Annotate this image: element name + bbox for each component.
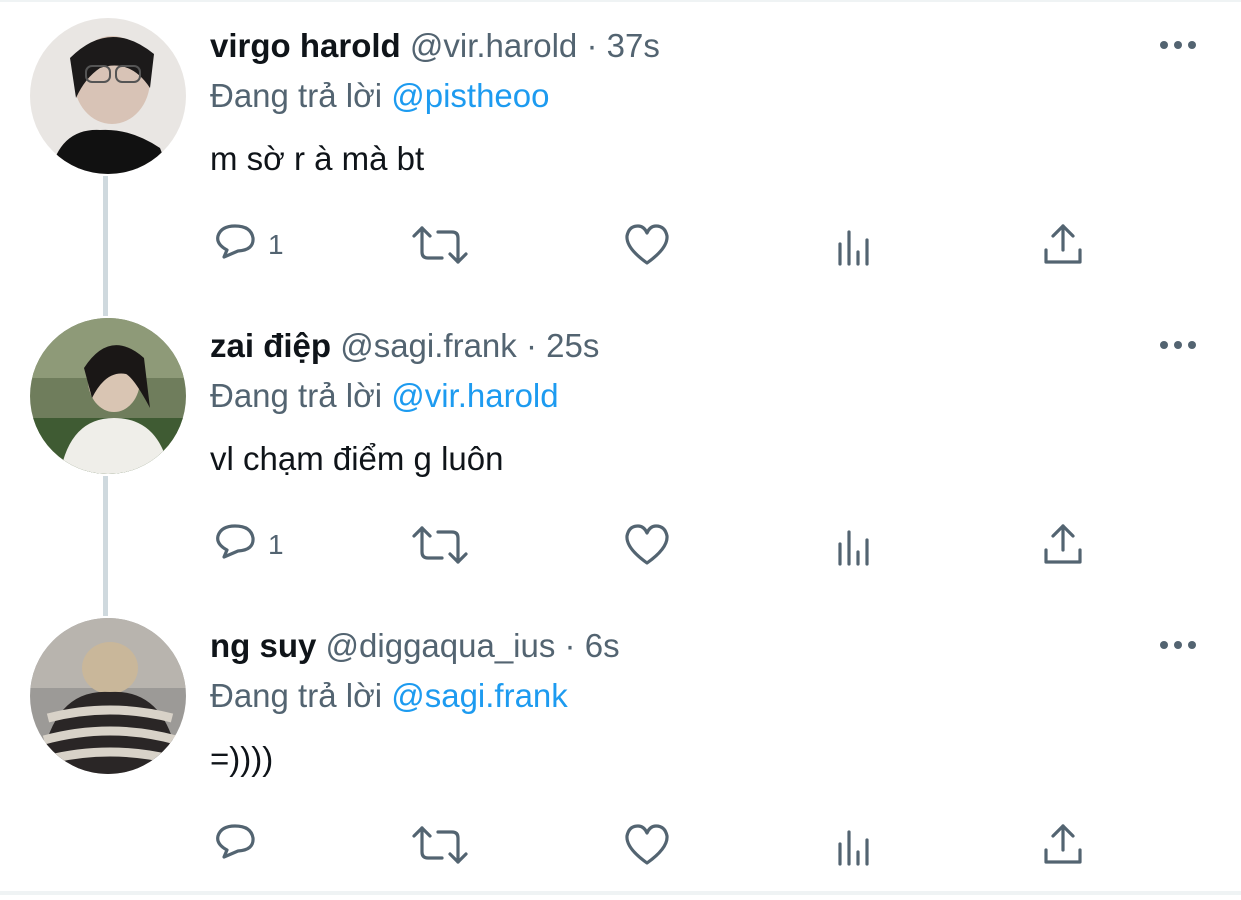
reply-button[interactable]: 1: [210, 220, 284, 270]
like-button[interactable]: [622, 820, 672, 870]
display-name[interactable]: zai điệp: [210, 327, 331, 364]
bottom-divider: [0, 891, 1241, 895]
reply-count: 1: [268, 229, 284, 260]
avatar[interactable]: [30, 618, 186, 774]
replying-to: Đang trả lời @sagi.frank: [210, 674, 568, 718]
reply-count: 1: [268, 529, 284, 560]
share-icon: [1044, 524, 1082, 564]
reply-icon: [216, 524, 255, 559]
like-button[interactable]: [622, 220, 672, 270]
display-name[interactable]: ng suy: [210, 627, 316, 664]
like-button[interactable]: [622, 520, 672, 570]
more-options-button[interactable]: [1156, 30, 1200, 60]
tweet-actions: 1: [210, 520, 1110, 570]
like-icon: [625, 524, 669, 565]
user-avatar-photo-icon: [30, 618, 186, 774]
share-button[interactable]: [1038, 220, 1088, 270]
timestamp[interactable]: 6s: [585, 627, 620, 664]
analytics-button[interactable]: [830, 820, 880, 870]
tweet-header: ng suy @diggaqua_ius · 6s: [210, 624, 620, 668]
avatar[interactable]: [30, 18, 186, 174]
analytics-button[interactable]: [830, 220, 880, 270]
display-name[interactable]: virgo harold: [210, 27, 401, 64]
separator-dot: ·: [525, 327, 537, 364]
like-icon: [625, 824, 669, 865]
replying-to: Đang trả lời @vir.harold: [210, 374, 559, 418]
user-avatar-photo-icon: [30, 18, 186, 174]
replying-to: Đang trả lời @pistheoo: [210, 74, 549, 118]
replying-to-label: Đang trả lời: [210, 677, 383, 714]
more-options-button[interactable]: [1156, 330, 1200, 360]
retweet-button[interactable]: [410, 220, 470, 270]
user-avatar-photo-icon: [30, 318, 186, 474]
share-icon: [1044, 224, 1082, 264]
mention-link[interactable]: @sagi.frank: [391, 677, 568, 714]
analytics-icon: [838, 230, 869, 266]
reply-icon: [216, 224, 255, 259]
reply-icon: [216, 824, 255, 859]
timestamp[interactable]: 37s: [607, 27, 660, 64]
tweet[interactable]: zai điệp @sagi.frank · 25s Đang trả lời …: [0, 300, 1241, 600]
separator-dot: ·: [564, 627, 576, 664]
avatar[interactable]: [30, 318, 186, 474]
more-options-button[interactable]: [1156, 630, 1200, 660]
mention-link[interactable]: @vir.harold: [391, 377, 558, 414]
share-button[interactable]: [1038, 820, 1088, 870]
tweet-actions: 1: [210, 220, 1110, 270]
more-options-icon: [1160, 41, 1196, 49]
retweet-button[interactable]: [410, 520, 470, 570]
mention-link[interactable]: @pistheoo: [391, 77, 549, 114]
retweet-icon: [412, 526, 468, 564]
analytics-button[interactable]: [830, 520, 880, 570]
share-button[interactable]: [1038, 520, 1088, 570]
tweet[interactable]: ng suy @diggaqua_ius · 6s Đang trả lời @…: [0, 600, 1241, 900]
share-icon: [1044, 824, 1082, 864]
analytics-icon: [838, 830, 869, 866]
more-options-icon: [1160, 641, 1196, 649]
tweet-header: virgo harold @vir.harold · 37s: [210, 24, 660, 68]
retweet-icon: [412, 226, 468, 264]
separator-dot: ·: [586, 27, 598, 64]
replying-to-label: Đang trả lời: [210, 77, 383, 114]
tweet-actions: [210, 820, 1110, 870]
replying-to-label: Đang trả lời: [210, 377, 383, 414]
reply-button[interactable]: 1: [210, 520, 284, 570]
tweet[interactable]: virgo harold @vir.harold · 37s Đang trả …: [0, 0, 1241, 300]
retweet-icon: [412, 826, 468, 864]
tweet-header: zai điệp @sagi.frank · 25s: [210, 324, 599, 368]
tweet-text: vl chạm điểm g luôn: [210, 440, 504, 477]
user-handle[interactable]: @vir.harold: [410, 27, 577, 64]
analytics-icon: [838, 530, 869, 566]
user-handle[interactable]: @diggaqua_ius: [326, 627, 556, 664]
reply-button[interactable]: [210, 820, 268, 870]
like-icon: [625, 224, 669, 265]
tweet-text: =)))): [210, 740, 274, 777]
tweet-text: m sờ r à mà bt: [210, 140, 425, 177]
more-options-icon: [1160, 341, 1196, 349]
user-handle[interactable]: @sagi.frank: [340, 327, 517, 364]
retweet-button[interactable]: [410, 820, 470, 870]
timestamp[interactable]: 25s: [546, 327, 599, 364]
